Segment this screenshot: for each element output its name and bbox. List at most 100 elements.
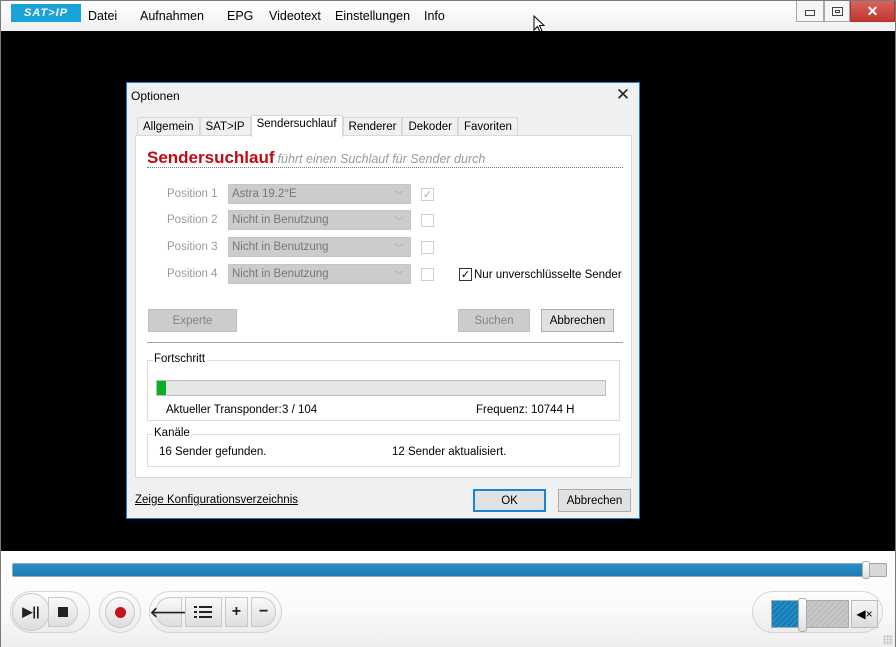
position-3-select[interactable]: Nicht in Benutzung ﹀	[228, 237, 411, 257]
unencrypted-only-option[interactable]: ✓ Nur unverschlüsselte Sender	[459, 268, 622, 281]
resize-grip-icon[interactable]	[883, 635, 893, 645]
chevron-down-icon: ﹀	[394, 271, 404, 282]
chevron-down-icon: ﹀	[394, 191, 404, 202]
main-window: SAT>IP Datei Aufnahmen EPG Videotext Ein…	[0, 0, 896, 647]
channels-group-label: Kanäle	[153, 427, 192, 439]
ok-button[interactable]: OK	[473, 489, 546, 512]
cancel-scan-button[interactable]: Abbrechen	[541, 309, 614, 332]
restore-button[interactable]	[824, 1, 850, 22]
divider	[147, 342, 623, 343]
volume-slider-thumb[interactable]	[798, 598, 807, 632]
channel-group: 🡐 + −	[149, 591, 282, 633]
menu-info[interactable]: Info	[424, 9, 454, 23]
position-2-value: Nicht in Benutzung	[232, 214, 329, 226]
dialog-close-button[interactable]: ✕	[615, 85, 631, 104]
position-row: Position 1 Astra 19.2°E ﹀ ✓	[167, 184, 434, 204]
position-label: Position 2	[167, 214, 218, 226]
mouse-cursor-icon	[533, 15, 545, 33]
cancel-button[interactable]: Abbrechen	[558, 489, 631, 512]
minimize-icon	[805, 10, 815, 16]
mute-button[interactable]: ◀×	[851, 600, 878, 628]
menu-datei[interactable]: Datei	[88, 9, 140, 23]
close-icon: ✕	[866, 2, 879, 19]
minus-icon: −	[258, 603, 269, 620]
checkmark-icon: ✓	[422, 188, 433, 201]
unencrypted-only-checkbox[interactable]: ✓	[459, 268, 472, 281]
volume-up-button[interactable]: +	[224, 597, 249, 627]
plus-icon: +	[231, 603, 242, 620]
section-subtitle: führt einen Suchlauf für Sender durch	[277, 152, 486, 166]
progress-group: Fortschritt Aktueller Transponder: 3 / 1…	[147, 353, 620, 421]
play-pause-button[interactable]: ▶||	[12, 593, 50, 631]
scan-progress-bar	[156, 380, 606, 396]
channels-updated: 12 Sender aktualisiert.	[392, 446, 507, 458]
window-controls: ✕	[796, 1, 895, 23]
stop-icon	[58, 607, 68, 617]
back-button[interactable]: 🡐	[150, 597, 187, 627]
section-heading: Sendersuchlauf führt einen Suchlauf für S…	[147, 148, 623, 168]
menu-aufnahmen[interactable]: Aufnahmen	[140, 9, 227, 23]
frequency-value: 10744 H	[531, 404, 575, 416]
tab-sendersuchlauf[interactable]: Sendersuchlauf	[250, 115, 343, 137]
position-2-select[interactable]: Nicht in Benutzung ﹀	[228, 210, 411, 230]
menu-einstellungen[interactable]: Einstellungen	[335, 9, 424, 23]
volume-slider[interactable]	[771, 598, 849, 632]
progress-group-label: Fortschritt	[153, 353, 208, 365]
record-icon	[114, 606, 126, 618]
channels-group: Kanäle 16 Sender gefunden. 12 Sender akt…	[147, 427, 620, 467]
volume-down-button[interactable]: −	[251, 597, 276, 627]
expert-button[interactable]: Experte	[148, 309, 237, 332]
title-bar: SAT>IP Datei Aufnahmen EPG Videotext Ein…	[1, 1, 895, 31]
satip-logo: SAT>IP	[11, 4, 81, 22]
position-1-value: Astra 19.2°E	[232, 188, 297, 200]
position-1-select[interactable]: Astra 19.2°E ﹀	[228, 184, 411, 204]
player-controls: ▶|| 🡐 + − ◀×	[1, 553, 895, 647]
menu-videotext[interactable]: Videotext	[269, 9, 335, 23]
tab-satip[interactable]: SAT>IP	[199, 117, 251, 136]
list-icon	[194, 606, 213, 618]
menu-bar: Datei Aufnahmen EPG Videotext Einstellun…	[88, 9, 454, 23]
position-3-checkbox[interactable]	[421, 240, 434, 254]
volume-control: ◀×	[752, 591, 883, 633]
frequency-label: Frequenz:	[476, 404, 528, 416]
seek-bar-fill	[13, 564, 866, 576]
seek-bar[interactable]	[12, 561, 887, 579]
play-pause-icon: ▶||	[22, 604, 40, 619]
channels-found: 16 Sender gefunden.	[159, 446, 267, 458]
position-4-checkbox[interactable]	[421, 267, 434, 281]
channel-list-button[interactable]	[185, 597, 222, 627]
close-icon: ✕	[615, 85, 631, 104]
record-button[interactable]	[105, 596, 135, 628]
close-window-button[interactable]: ✕	[850, 1, 895, 22]
position-4-select[interactable]: Nicht in Benutzung ﹀	[228, 264, 411, 284]
chevron-down-icon: ﹀	[394, 244, 404, 255]
position-1-checkbox[interactable]: ✓	[421, 187, 434, 201]
record-group	[99, 591, 141, 633]
tab-renderer[interactable]: Renderer	[342, 117, 403, 136]
options-dialog: Optionen ✕ Allgemein SAT>IP Sendersuchla…	[126, 82, 640, 519]
unencrypted-only-label: Nur unverschlüsselte Sender	[474, 268, 622, 281]
tab-dekoder[interactable]: Dekoder	[402, 117, 458, 136]
position-row: Position 3 Nicht in Benutzung ﹀	[167, 237, 434, 257]
menu-epg[interactable]: EPG	[227, 9, 269, 23]
show-config-directory-link[interactable]: Zeige Konfigurationsverzeichnis	[135, 494, 298, 506]
section-title: Sendersuchlauf	[147, 148, 275, 167]
minimize-button[interactable]	[796, 1, 824, 22]
position-2-checkbox[interactable]	[421, 213, 434, 227]
transponder-value: 3 / 104	[282, 404, 318, 416]
stop-button[interactable]	[48, 597, 78, 627]
tab-favoriten[interactable]: Favoriten	[457, 117, 518, 136]
position-4-value: Nicht in Benutzung	[232, 268, 329, 280]
search-button[interactable]: Suchen	[458, 309, 530, 332]
playback-group: ▶||	[10, 591, 90, 633]
position-label: Position 3	[167, 241, 218, 253]
dialog-title: Optionen	[131, 89, 180, 103]
tab-panel-sendersuchlauf: Sendersuchlauf führt einen Suchlauf für S…	[135, 135, 632, 478]
position-label: Position 4	[167, 268, 218, 280]
tab-allgemein[interactable]: Allgemein	[137, 117, 200, 136]
position-3-value: Nicht in Benutzung	[232, 241, 329, 253]
arrow-left-icon: 🡐	[149, 603, 188, 620]
position-row: Position 4 Nicht in Benutzung ﹀	[167, 264, 434, 284]
restore-icon	[831, 6, 843, 16]
seek-bar-thumb[interactable]	[862, 561, 870, 579]
